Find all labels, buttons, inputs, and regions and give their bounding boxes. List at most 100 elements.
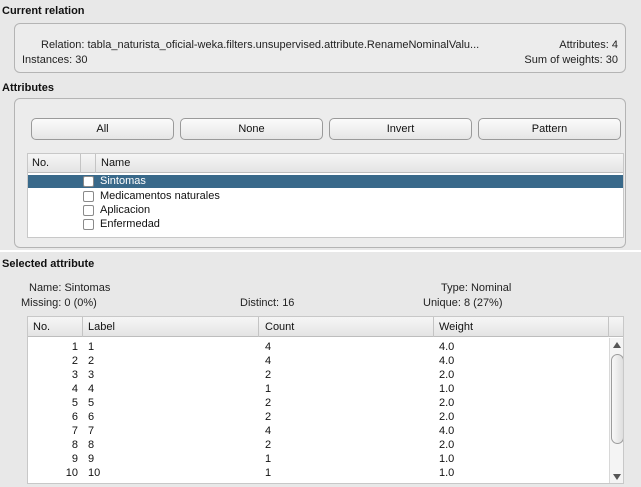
label-no: 10 bbox=[65, 467, 78, 479]
sum-weights-label: Sum of weights: bbox=[524, 54, 603, 66]
checkbox-icon[interactable] bbox=[83, 205, 94, 216]
label-count: 4 bbox=[265, 425, 272, 437]
col-separator bbox=[95, 154, 96, 173]
label-name: 7 bbox=[88, 425, 95, 437]
label-no: 2 bbox=[71, 355, 78, 367]
arrow-up-icon[interactable] bbox=[613, 342, 621, 348]
label-name: 9 bbox=[88, 453, 95, 465]
attributes-table[interactable]: No. Name 1 Sintomas 2 Medicamentos natur… bbox=[27, 153, 624, 238]
attribute-name: Medicamentos naturales bbox=[100, 190, 220, 202]
selected-missing-line: Missing: 0 (0%) bbox=[21, 297, 97, 309]
label-name: 1 bbox=[88, 341, 95, 353]
arrow-down-icon[interactable] bbox=[613, 474, 621, 480]
col-no-header[interactable]: No. bbox=[32, 157, 49, 169]
attribute-row[interactable]: 2 Medicamentos naturales bbox=[28, 190, 623, 203]
selected-missing-value: 0 (0%) bbox=[64, 297, 97, 309]
label-count: 2 bbox=[265, 439, 272, 451]
attributes-count-line: Attributes: 4 bbox=[559, 39, 618, 51]
attribute-row[interactable]: 1 Sintomas bbox=[28, 175, 623, 188]
label-count: 1 bbox=[265, 383, 272, 395]
labels-table[interactable]: No. Label Count Weight 1 1 4 4.0 2 2 4 4… bbox=[27, 316, 624, 484]
attribute-name: Enfermedad bbox=[100, 218, 160, 230]
col-separator bbox=[433, 317, 434, 337]
label-no: 9 bbox=[71, 453, 78, 465]
attribute-name: Aplicacion bbox=[100, 204, 151, 216]
selected-distinct-value: 16 bbox=[282, 297, 295, 309]
selected-distinct-label: Distinct: bbox=[240, 297, 280, 309]
label-weight: 1.0 bbox=[439, 383, 455, 395]
all-button[interactable]: All bbox=[31, 118, 174, 140]
none-button[interactable]: None bbox=[180, 118, 323, 140]
selected-missing-label: Missing: bbox=[21, 297, 62, 309]
label-row[interactable]: 7 7 4 4.0 bbox=[28, 425, 608, 438]
attribute-row[interactable]: 3 Aplicacion bbox=[28, 204, 623, 217]
checkbox-icon[interactable] bbox=[83, 191, 94, 202]
relation-label: Relation: bbox=[41, 39, 85, 51]
label-count: 2 bbox=[265, 411, 272, 423]
label-name: 8 bbox=[88, 439, 95, 451]
labels-table-header: No. Label Count Weight bbox=[28, 317, 623, 337]
label-weight: 1.0 bbox=[439, 467, 455, 479]
selected-name-value: Sintomas bbox=[64, 282, 111, 294]
selected-distinct-line: Distinct: 16 bbox=[240, 297, 294, 309]
relation-line: Relation: tabla_naturista_oficial-weka.f… bbox=[41, 39, 479, 51]
labels-scrollbar[interactable] bbox=[609, 338, 623, 483]
checkbox-icon[interactable] bbox=[83, 176, 94, 187]
label-row[interactable]: 8 8 2 2.0 bbox=[28, 439, 608, 452]
label-name: 3 bbox=[88, 369, 95, 381]
label-count: 1 bbox=[265, 467, 272, 479]
selected-unique-label: Unique: bbox=[423, 297, 461, 309]
scrollbar-thumb[interactable] bbox=[611, 354, 623, 444]
label-weight: 4.0 bbox=[439, 355, 455, 367]
col-separator bbox=[82, 317, 83, 337]
label-row[interactable]: 4 4 1 1.0 bbox=[28, 383, 608, 396]
label-row[interactable]: 9 9 1 1.0 bbox=[28, 453, 608, 466]
sum-weights-value: 30 bbox=[605, 54, 618, 66]
current-relation-title: Current relation bbox=[2, 5, 85, 17]
label-row[interactable]: 6 6 2 2.0 bbox=[28, 411, 608, 424]
invert-button[interactable]: Invert bbox=[329, 118, 472, 140]
selected-unique-line: Unique: 8 (27%) bbox=[423, 297, 503, 309]
label-no: 7 bbox=[71, 425, 78, 437]
attributes-title: Attributes bbox=[2, 82, 54, 94]
label-count: 4 bbox=[265, 355, 272, 367]
col-count-header[interactable]: Count bbox=[265, 321, 294, 333]
attribute-row[interactable]: 4 Enfermedad bbox=[28, 218, 623, 231]
label-count: 1 bbox=[265, 453, 272, 465]
label-no: 1 bbox=[71, 341, 78, 353]
instances-line: Instances: 30 bbox=[22, 54, 87, 66]
col-weight-header[interactable]: Weight bbox=[439, 321, 473, 333]
label-no: 3 bbox=[71, 369, 78, 381]
col-name-header[interactable]: Name bbox=[101, 157, 130, 169]
label-count: 2 bbox=[265, 397, 272, 409]
label-row[interactable]: 5 5 2 2.0 bbox=[28, 397, 608, 410]
label-row[interactable]: 3 3 2 2.0 bbox=[28, 369, 608, 382]
label-weight: 2.0 bbox=[439, 411, 455, 423]
col-no-header[interactable]: No. bbox=[33, 321, 50, 333]
label-weight: 2.0 bbox=[439, 369, 455, 381]
label-count: 4 bbox=[265, 341, 272, 353]
instances-value: 30 bbox=[75, 54, 88, 66]
selected-type-label: Type: bbox=[441, 282, 468, 294]
label-name: 4 bbox=[88, 383, 95, 395]
col-separator bbox=[258, 317, 259, 337]
selected-type-line: Type: Nominal bbox=[441, 282, 511, 294]
label-weight: 1.0 bbox=[439, 453, 455, 465]
col-separator bbox=[608, 317, 609, 337]
attributes-count-value: 4 bbox=[611, 39, 618, 51]
selected-name-label: Name: bbox=[29, 282, 62, 294]
label-row[interactable]: 2 2 4 4.0 bbox=[28, 355, 608, 368]
attributes-table-header: No. Name bbox=[28, 154, 623, 173]
label-row[interactable]: 10 10 1 1.0 bbox=[28, 467, 608, 480]
label-name: 5 bbox=[88, 397, 95, 409]
label-row[interactable]: 1 1 4 4.0 bbox=[28, 341, 608, 354]
selected-unique-value: 8 (27%) bbox=[463, 297, 503, 309]
label-no: 4 bbox=[71, 383, 78, 395]
label-weight: 4.0 bbox=[439, 425, 455, 437]
pattern-button[interactable]: Pattern bbox=[478, 118, 621, 140]
label-no: 6 bbox=[71, 411, 78, 423]
checkbox-icon[interactable] bbox=[83, 219, 94, 230]
col-label-header[interactable]: Label bbox=[88, 321, 115, 333]
relation-value: tabla_naturista_oficial-weka.filters.uns… bbox=[87, 39, 480, 51]
label-name: 10 bbox=[88, 467, 101, 479]
